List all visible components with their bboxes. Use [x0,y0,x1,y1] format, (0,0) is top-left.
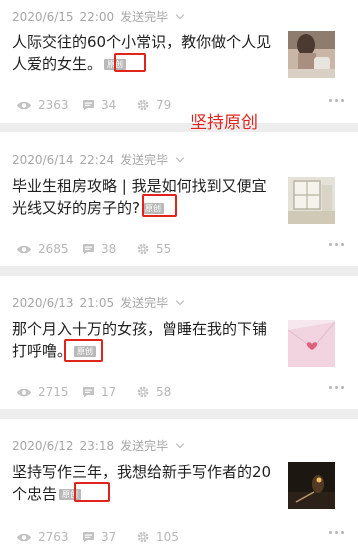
gear-like-icon [137,386,149,398]
article-meta: 2020/6/12 23:18 发送完毕 [12,437,185,454]
article-stats: 2715 17 58 [12,384,344,400]
article-stats: 2763 37 105 [12,529,344,545]
article-thumbnail[interactable] [288,462,335,509]
comments-count: 38 [101,242,117,256]
likes-stat: 79 [136,97,171,113]
comment-icon [83,532,94,543]
article-date: 2020/6/13 [12,296,74,310]
chevron-down-icon[interactable] [175,296,185,306]
article-time: 23:18 [79,439,115,453]
likes-stat: 58 [136,384,171,400]
article-date: 2020/6/14 [12,153,74,167]
more-dots-icon[interactable] [329,99,344,102]
article-stats: 2685 38 55 [12,241,344,257]
article-title-text: 毕业生租房攻略 | 我是如何找到又便宜光线又好的房子的? [12,177,267,217]
comments-count: 34 [101,98,117,112]
eye-icon [17,388,31,396]
chevron-down-icon[interactable] [175,10,185,20]
comments-count: 17 [101,385,117,399]
annotation-text: 坚持原创 [190,113,258,133]
views-count: 2715 [38,385,69,399]
article-card[interactable]: 2020/6/15 22:00 发送完毕 人际交往的60个小常识，教你做个人见人爱的… [0,0,358,123]
article-thumbnail[interactable] [288,320,335,367]
likes-count: 79 [156,98,172,112]
highlight-box [114,53,146,72]
comments-stat: 34 [82,97,116,113]
article-thumbnail[interactable] [288,31,335,78]
comments-stat: 37 [82,529,116,545]
woman-with-bag-photo [288,31,335,78]
comments-stat: 38 [82,241,116,257]
article-meta: 2020/6/13 21:05 发送完毕 [12,294,185,311]
comment-icon [83,244,94,255]
article-time: 22:24 [79,153,115,167]
comment-icon [83,387,94,398]
views-count: 2685 [38,242,69,256]
article-feed: 2020/6/15 22:00 发送完毕 人际交往的60个小常识，教你做个人见人爱的… [0,0,358,558]
eye-icon [17,245,31,253]
views-count: 2763 [38,530,69,544]
window-room-photo [288,177,335,224]
more-dots-icon[interactable] [329,531,344,534]
article-meta: 2020/6/15 22:00 发送完毕 [12,8,185,25]
views-stat: 2715 [16,384,69,400]
comment-icon [83,100,94,111]
highlight-box [74,482,110,502]
likes-stat: 55 [136,241,171,257]
highlight-box [142,194,177,217]
article-card[interactable]: 2020/6/12 23:18 发送完毕 坚持写作三年，我想给新手写作者的20个忠告… [0,419,358,558]
more-dots-icon[interactable] [329,243,344,246]
send-status: 发送完毕 [120,10,169,24]
article-date: 2020/6/12 [12,439,74,453]
article-thumbnail[interactable] [288,177,335,224]
article-time: 22:00 [79,10,115,24]
views-count: 2363 [38,98,69,112]
article-title-text: 坚持写作三年，我想给新手写作者的20个忠告 [12,463,272,503]
send-status: 发送完毕 [120,296,169,310]
eye-icon [17,533,31,541]
views-stat: 2363 [16,97,69,113]
article-meta: 2020/6/14 22:24 发送完毕 [12,151,185,168]
likes-stat: 105 [136,529,179,545]
likes-count: 55 [156,242,172,256]
highlight-box [64,339,103,362]
gear-like-icon [137,531,149,543]
article-title[interactable]: 坚持写作三年，我想给新手写作者的20个忠告 原创 [12,461,274,505]
chevron-down-icon[interactable] [175,439,185,449]
eye-icon [17,101,31,109]
gear-like-icon [137,99,149,111]
article-title[interactable]: 那个月入十万的女孩，曾睡在我的下铺打呼噜。 原创 [12,318,274,362]
likes-count: 58 [156,385,172,399]
dark-desk-photo [288,462,335,509]
pink-envelope-photo [288,320,335,367]
chevron-down-icon[interactable] [175,153,185,163]
comments-stat: 17 [82,384,116,400]
article-date: 2020/6/15 [12,10,74,24]
views-stat: 2763 [16,529,69,545]
likes-count: 105 [156,530,179,544]
views-stat: 2685 [16,241,69,257]
article-title-text: 那个月入十万的女孩，曾睡在我的下铺打呼噜。 [12,320,268,360]
article-card[interactable]: 2020/6/13 21:05 发送完毕 那个月入十万的女孩，曾睡在我的下铺打呼噜。… [0,276,358,409]
comments-count: 37 [101,530,117,544]
send-status: 发送完毕 [120,153,169,167]
gear-like-icon [137,243,149,255]
article-time: 21:05 [79,296,115,310]
article-card[interactable]: 2020/6/14 22:24 发送完毕 毕业生租房攻略 | 我是如何找到又便宜光线… [0,132,358,266]
send-status: 发送完毕 [120,439,169,453]
more-dots-icon[interactable] [329,386,344,389]
article-stats: 2363 34 79 [12,97,344,113]
